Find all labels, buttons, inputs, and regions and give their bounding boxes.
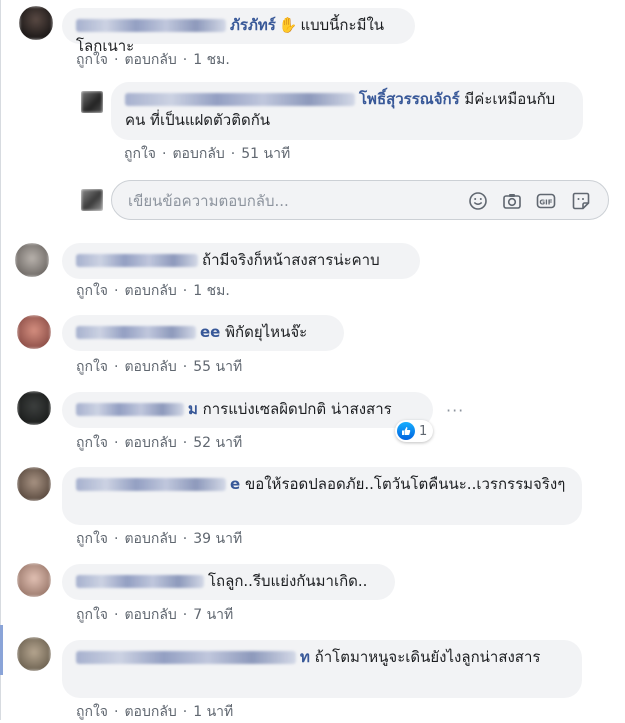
reaction-number: 1 — [419, 423, 428, 439]
comment-bubble: ee พิกัดยุไหนจ๊ะ — [62, 315, 344, 351]
reply-link[interactable]: ตอบกลับ — [124, 359, 176, 375]
comment-bubble: ภัรภัทร์ ✋ แบบนี้กะมีในโลกเนาะ — [62, 8, 415, 55]
comment-actions: ถูกใจ · ตอบกลับ · 1 ชม. — [76, 283, 230, 299]
like-link[interactable]: ถูกใจ — [76, 435, 108, 451]
comment-time[interactable]: 1 ชม. — [193, 52, 230, 68]
more-options-icon[interactable]: ··· — [446, 401, 464, 420]
reply-link[interactable]: ตอบกลับ — [172, 146, 224, 162]
reply-link[interactable]: ตอบกลับ — [124, 52, 176, 68]
current-user-avatar[interactable] — [81, 189, 103, 211]
avatar[interactable] — [17, 563, 51, 597]
comment-time[interactable]: 1 นาที — [193, 704, 233, 720]
comment-bubble: โถลูก..รีบแย่งกันมาเกิด.. — [62, 564, 395, 600]
like-link[interactable]: ถูกใจ — [76, 607, 108, 623]
comment-time[interactable]: 7 นาที — [193, 607, 233, 623]
camera-icon[interactable] — [502, 191, 522, 211]
comment-time[interactable]: 39 นาที — [193, 531, 242, 547]
comment-text: พิกัดยุไหนจ๊ะ — [225, 323, 308, 341]
hand-emoji-icon: ✋ — [278, 16, 298, 34]
sticker-icon[interactable] — [571, 191, 591, 211]
commenter-name[interactable] — [76, 19, 226, 32]
like-link[interactable]: ถูกใจ — [76, 704, 108, 720]
comment-actions: ถูกใจ · ตอบกลับ · 7 นาที — [76, 607, 234, 623]
commenter-name[interactable] — [76, 478, 226, 491]
comment-time[interactable]: 52 นาที — [193, 435, 242, 451]
avatar[interactable] — [17, 315, 51, 349]
svg-text:GIF: GIF — [539, 198, 552, 206]
comment-time[interactable]: 55 นาที — [193, 359, 242, 375]
avatar[interactable] — [17, 637, 51, 671]
comment-actions: ถูกใจ · ตอบกลับ · 51 นาที — [124, 146, 291, 162]
comment-text: โถลูก..รีบแย่งกันมาเกิด.. — [208, 572, 368, 590]
comment-time[interactable]: 51 นาที — [241, 146, 290, 162]
comment-actions: ถูกใจ · ตอบกลับ · 39 นาที — [76, 531, 243, 547]
comment-bubble: ท ถ้าโตมาหนูจะเดินยังไงลูกน่าสงสาร — [62, 640, 582, 698]
reply-link[interactable]: ตอบกลับ — [124, 607, 176, 623]
comment-text: การแบ่งเซลผิดปกติ น่าสงสาร — [202, 400, 392, 418]
commenter-name[interactable] — [76, 651, 296, 664]
emoji-icon[interactable] — [468, 191, 488, 211]
comment-text: ถ้ามีจริงก็หน้าสงสารน่ะคาบ — [202, 251, 380, 269]
reply-composer: GIF — [111, 180, 609, 221]
commenter-name[interactable] — [76, 575, 204, 588]
reply-input[interactable] — [126, 181, 460, 221]
avatar[interactable] — [15, 243, 49, 277]
comment-time[interactable]: 1 ชม. — [193, 283, 230, 299]
comment-actions: ถูกใจ · ตอบกลับ · 52 นาที — [76, 435, 243, 451]
comment-actions: ถูกใจ · ตอบกลับ · 1 ชม. — [76, 52, 230, 68]
left-edge-divider — [0, 0, 1, 720]
comment-text: ถ้าโตมาหนูจะเดินยังไงลูกน่าสงสาร — [314, 648, 541, 666]
like-link[interactable]: ถูกใจ — [76, 359, 108, 375]
reaction-count[interactable]: 1 — [395, 420, 434, 442]
comment-bubble: ม การแบ่งเซลผิดปกติ น่าสงสาร — [62, 392, 433, 428]
reply-link[interactable]: ตอบกลับ — [124, 435, 176, 451]
avatar[interactable] — [17, 391, 51, 425]
reply-link[interactable]: ตอบกลับ — [124, 531, 176, 547]
comment-actions: ถูกใจ · ตอบกลับ · 55 นาที — [76, 359, 243, 375]
gif-icon[interactable]: GIF — [536, 191, 556, 211]
like-link[interactable]: ถูกใจ — [76, 52, 108, 68]
avatar[interactable] — [81, 91, 103, 113]
commenter-name[interactable] — [76, 254, 198, 267]
comment-text: ขอให้รอดปลอดภัย..โตวันโตคืนนะ..เวรกรรมจร… — [244, 475, 566, 493]
avatar[interactable] — [17, 467, 51, 501]
commenter-name[interactable] — [76, 403, 184, 416]
commenter-name[interactable] — [125, 93, 355, 106]
avatar[interactable] — [19, 6, 53, 40]
comment-bubble: ถ้ามีจริงก็หน้าสงสารน่ะคาบ — [62, 243, 420, 279]
like-link[interactable]: ถูกใจ — [76, 283, 108, 299]
reply-link[interactable]: ตอบกลับ — [124, 283, 176, 299]
comment-bubble: โพธิ์สุวรรณจักร์ มีค่ะเหมือนกับคน ที่เป็… — [111, 82, 583, 140]
like-link[interactable]: ถูกใจ — [124, 146, 156, 162]
reply-link[interactable]: ตอบกลับ — [124, 704, 176, 720]
thread-indicator — [0, 625, 3, 675]
commenter-name[interactable] — [76, 326, 196, 339]
comment-bubble: e ขอให้รอดปลอดภัย..โตวันโตคืนนะ..เวรกรรม… — [62, 467, 582, 525]
like-reaction-icon — [397, 422, 415, 440]
like-link[interactable]: ถูกใจ — [76, 531, 108, 547]
